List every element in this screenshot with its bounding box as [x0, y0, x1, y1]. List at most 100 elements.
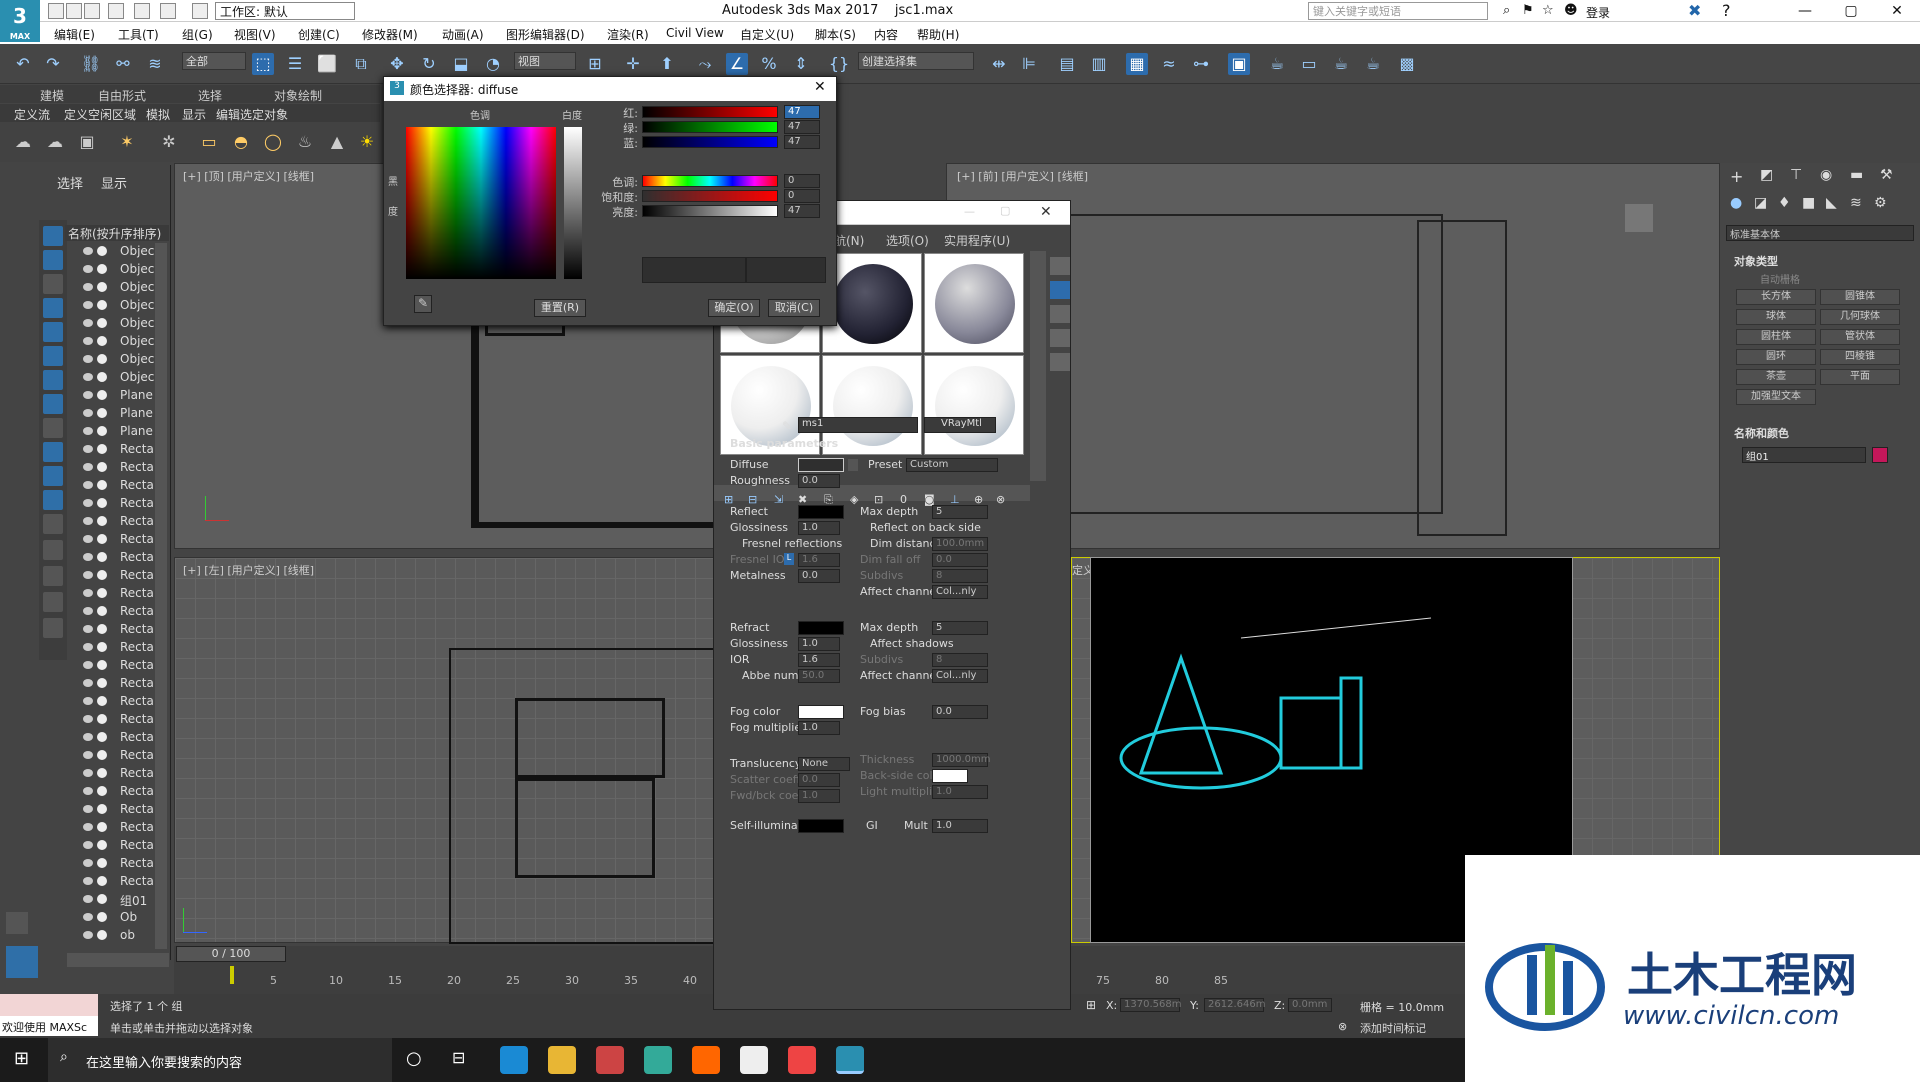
light-multiplier-spinner[interactable]: 1.0: [932, 785, 988, 799]
visibility-eye-icon[interactable]: [83, 643, 93, 651]
list-item[interactable]: 组01: [67, 891, 167, 909]
create-tab-icon[interactable]: +: [1730, 167, 1743, 186]
ribbon-tab-freeform[interactable]: 自由形式: [98, 87, 146, 104]
fresnel-ior-spinner[interactable]: 1.6: [798, 553, 840, 567]
menu-tools[interactable]: 工具(T): [118, 26, 159, 43]
list-item[interactable]: Recta: [67, 549, 167, 567]
reflect-max-depth-spinner[interactable]: 5: [932, 505, 988, 519]
visibility-eye-icon[interactable]: [83, 913, 93, 921]
user-icon[interactable]: ☻: [1564, 3, 1578, 18]
invert-display-icon[interactable]: [43, 566, 63, 586]
display-containers-icon[interactable]: [43, 442, 63, 462]
backlight-icon[interactable]: [1050, 281, 1070, 299]
visibility-eye-icon[interactable]: [83, 247, 93, 255]
fresnel-checkbox[interactable]: Fresnel reflections: [742, 537, 842, 553]
eyedropper-button[interactable]: ✎: [414, 295, 432, 313]
display-xrefs-icon[interactable]: [43, 394, 63, 414]
hue-blackness-field[interactable]: [406, 127, 556, 279]
render-frame-icon[interactable]: ▭: [1298, 53, 1320, 75]
list-item[interactable]: Recta: [67, 621, 167, 639]
display[interactable]: 显示: [182, 106, 206, 123]
rect-selection-icon[interactable]: ⬜: [316, 53, 338, 75]
mat-close-button[interactable]: ✕: [1040, 204, 1052, 220]
favorites-star-icon[interactable]: ☆: [1542, 3, 1554, 18]
scatter-coeff-spinner[interactable]: 0.0: [798, 773, 840, 787]
menu-content[interactable]: 内容: [874, 26, 898, 43]
place-icon[interactable]: ◔: [482, 53, 504, 75]
cloud-icon[interactable]: ☁: [44, 131, 66, 153]
mat-menu-utilities[interactable]: 实用程序(U): [944, 232, 1010, 249]
affect-channels-dropdown[interactable]: Col...nly: [932, 585, 988, 599]
list-item[interactable]: Recta: [67, 855, 167, 873]
undo-icon[interactable]: [108, 3, 124, 19]
diffuse-color-swatch[interactable]: [798, 458, 844, 472]
display-none-icon[interactable]: [43, 540, 63, 560]
menu-graph-editors[interactable]: 图形编辑器(D): [506, 26, 585, 43]
display-frozen-icon[interactable]: [43, 466, 63, 486]
edge-icon[interactable]: [500, 1046, 528, 1074]
dome-icon[interactable]: ◓: [230, 131, 252, 153]
visibility-eye-icon[interactable]: [83, 877, 93, 885]
display-groups-icon[interactable]: [43, 370, 63, 390]
visibility-eye-icon[interactable]: [83, 283, 93, 291]
z-coord-field[interactable]: 0.0mm: [1288, 998, 1332, 1012]
saturation-spinner[interactable]: 0: [784, 189, 820, 203]
value-slider[interactable]: [642, 205, 778, 217]
list-item[interactable]: Recta: [67, 819, 167, 837]
cone-button[interactable]: 圆锥体: [1820, 289, 1900, 305]
tab-select[interactable]: 选择: [57, 173, 83, 192]
taskbar-search-box[interactable]: ⌕ 在这里输入你要搜索的内容: [48, 1038, 392, 1082]
sun-icon[interactable]: ☀: [356, 131, 378, 153]
visibility-eye-icon[interactable]: [83, 445, 93, 453]
time-slider[interactable]: 0 / 100: [176, 946, 286, 962]
current-frame-marker[interactable]: [230, 966, 234, 984]
named-selection-dropdown[interactable]: 创建选择集: [858, 52, 974, 70]
viewport-left[interactable]: [+] [左] [用户定义] [线框]: [174, 557, 715, 944]
display-spacewarps-icon[interactable]: [43, 346, 63, 366]
viewport-top-label[interactable]: [+] [顶] [用户定义] [线框]: [183, 168, 314, 184]
object-color-swatch[interactable]: [1872, 447, 1888, 463]
binoculars-icon[interactable]: ⌕: [1503, 3, 1510, 18]
blue-slider[interactable]: [642, 136, 778, 148]
display-hidden-icon[interactable]: [43, 490, 63, 510]
preset-dropdown[interactable]: Custom: [906, 458, 998, 472]
fog-color-swatch[interactable]: [798, 705, 844, 719]
list-item[interactable]: Recta: [67, 693, 167, 711]
make-unique-icon[interactable]: ◈: [850, 493, 858, 506]
minimize-button[interactable]: —: [1782, 0, 1828, 22]
define-flows[interactable]: 定义流: [14, 106, 50, 123]
list-item[interactable]: Recta: [67, 585, 167, 603]
material-editor-icon[interactable]: ▣: [1228, 53, 1250, 75]
green-slider[interactable]: [642, 121, 778, 133]
sphere-icon[interactable]: ◯: [262, 131, 284, 153]
plane-icon[interactable]: ▭: [198, 131, 220, 153]
visibility-eye-icon[interactable]: [83, 337, 93, 345]
sample-type-icon[interactable]: [1050, 257, 1070, 275]
visibility-eye-icon[interactable]: [83, 931, 93, 939]
eyedropper-icon[interactable]: ✎: [782, 419, 792, 433]
list-item[interactable]: Objec: [67, 369, 167, 387]
mat-menu-options[interactable]: 选项(O): [886, 232, 929, 249]
sample-slot-3[interactable]: [924, 253, 1024, 353]
visibility-eye-icon[interactable]: [83, 895, 93, 903]
motion-tab-icon[interactable]: ◉: [1820, 167, 1832, 183]
sample-slot-2[interactable]: [822, 253, 922, 353]
mult-spinner[interactable]: 1.0: [932, 819, 988, 833]
y-coord-field[interactable]: 2612.646m: [1204, 998, 1265, 1012]
mirror-icon[interactable]: ⇹: [988, 53, 1010, 75]
notepad-icon[interactable]: [740, 1046, 768, 1074]
visibility-eye-icon[interactable]: [83, 571, 93, 579]
sphere-button[interactable]: 球体: [1736, 309, 1816, 325]
mat-min-button[interactable]: —: [964, 205, 975, 218]
visibility-eye-icon[interactable]: [83, 751, 93, 759]
display-lights-icon[interactable]: [43, 274, 63, 294]
visibility-eye-icon[interactable]: [83, 427, 93, 435]
fwd-bck-coeff-spinner[interactable]: 1.0: [798, 789, 840, 803]
help-connect-icon[interactable]: ⚑: [1522, 3, 1534, 18]
new-file-icon[interactable]: [48, 3, 64, 19]
maxscript-mini-listener[interactable]: 欢迎使用 MAXSc: [0, 1016, 98, 1036]
list-item[interactable]: Objec: [67, 351, 167, 369]
saturation-slider[interactable]: [642, 190, 778, 202]
visibility-eye-icon[interactable]: [83, 301, 93, 309]
app-icon-3[interactable]: [788, 1046, 816, 1074]
